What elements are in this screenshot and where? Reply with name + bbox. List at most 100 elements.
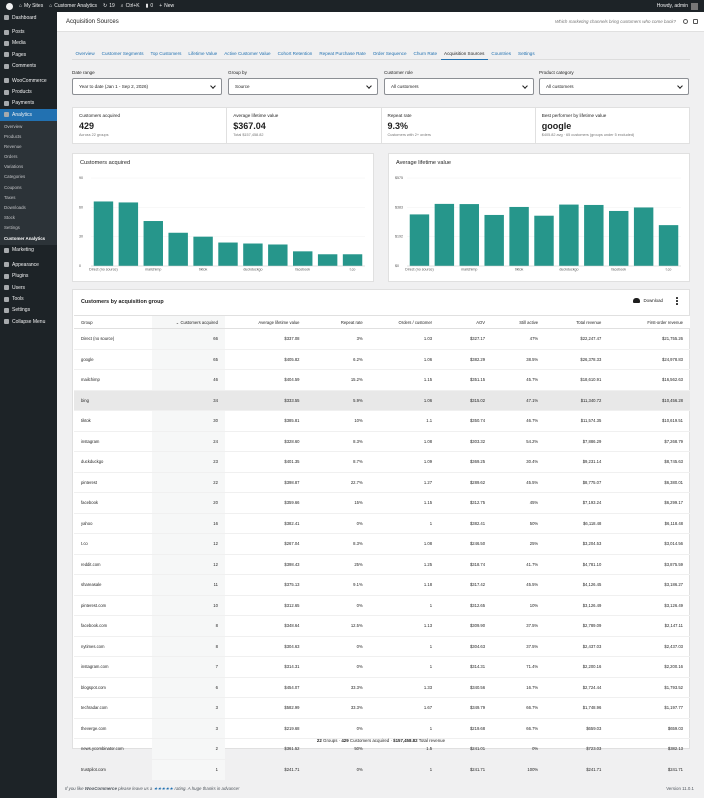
updates-link[interactable]: ↻ 19	[103, 3, 115, 9]
column-header-still-active[interactable]: Still active	[492, 315, 546, 329]
sidebar-item-pages[interactable]: Pages	[0, 49, 57, 60]
tab-active-customer-value[interactable]: Active Customer Value	[221, 46, 274, 60]
bar-direct-no-source[interactable]	[93, 201, 114, 266]
sidebar-item-appearance[interactable]: Appearance	[0, 259, 57, 270]
table-row[interactable]: instagram.com 7 $314.31 0% 1 $314.31 71.4% $2,2…	[74, 656, 690, 677]
submenu-item-coupons[interactable]: Coupons	[0, 183, 57, 193]
sidebar-item-tools[interactable]: Tools	[0, 293, 57, 304]
submenu-item-revenue[interactable]: Revenue	[0, 142, 57, 152]
table-row[interactable]: bing 34 $333.55 5.9% 1.06 $315.02 47.1% $11,340…	[74, 389, 690, 411]
bar-pinterest[interactable]	[268, 244, 288, 266]
column-header-first-order-revenue[interactable]: First-order revenue	[608, 315, 690, 329]
comments-link[interactable]: ▮ 0	[146, 3, 154, 9]
bar-google[interactable]	[434, 203, 455, 266]
new-content-link[interactable]: + New	[159, 3, 174, 9]
bar-direct-no-source[interactable]	[409, 214, 430, 266]
bar-bing[interactable]	[484, 214, 504, 266]
table-row[interactable]: pinterest 22 $398.87 22.7% 1.27 $289.62 45.5% $…	[74, 471, 690, 493]
bar-tiktok[interactable]	[509, 206, 529, 266]
tab-repeat-purchase-rate[interactable]: Repeat Purchase Rate	[316, 46, 369, 60]
submenu-item-customer-analytics[interactable]: Customer Analytics	[0, 234, 57, 244]
sidebar-item-woocommerce[interactable]: WooCommerce	[0, 75, 57, 86]
group-by-select[interactable]: Source	[228, 78, 378, 95]
table-row[interactable]: tiktok 30 $385.81 10% 1.1 $350.74 46.7% $11,574…	[74, 410, 690, 431]
table-row[interactable]: trustpilot.com 1 $241.71 0% 1 $241.71 100% $241…	[74, 758, 690, 780]
bar-t-co[interactable]	[342, 254, 363, 266]
tab-cohort-retention[interactable]: Cohort Retention	[274, 46, 316, 60]
bar-mailchimp[interactable]	[459, 204, 479, 266]
bar-facebook[interactable]	[293, 251, 313, 266]
column-header-average-lifetime-value[interactable]: Average lifetime value	[224, 315, 307, 329]
table-row[interactable]: shareasale 11 $375.13 9.1% 1.18 $317.42 45.5% $…	[74, 574, 690, 595]
table-row[interactable]: yahoo 16 $382.41 0% 1 $382.41 50% $6,118.48 $6,1…	[74, 512, 690, 534]
tab-settings[interactable]: Settings	[515, 46, 539, 60]
submenu-item-settings[interactable]: Settings	[0, 223, 57, 233]
rating-stars-link[interactable]: ★★★★★	[154, 786, 174, 791]
bar-duckduckgo[interactable]	[243, 243, 263, 266]
bar-tiktok[interactable]	[193, 236, 213, 266]
site-name-link[interactable]: ⌂ Customer Analytics	[49, 3, 97, 9]
more-options-icon[interactable]	[676, 297, 678, 305]
bar-google[interactable]	[118, 202, 139, 266]
table-row[interactable]: duckduckgo 23 $401.35 8.7% 1.09 $369.25 30.4% $…	[74, 451, 690, 472]
date-range-select[interactable]: Year to date (Jan 1 - Sep 2, 2026)	[72, 78, 222, 95]
tab-customer-segments[interactable]: Customer Segments	[98, 46, 147, 60]
sidebar-item-plugins[interactable]: Plugins	[0, 271, 57, 282]
table-row[interactable]: pinterest.com 10 $312.65 0% 1 $312.65 10% $3,12…	[74, 594, 690, 616]
tab-lifetime-value[interactable]: Lifetime Value	[185, 46, 221, 60]
bar-instagram[interactable]	[218, 242, 238, 266]
table-row[interactable]: techradar.com 3 $582.99 33.3% 1.67 $349.79 66.…	[74, 697, 690, 718]
download-button[interactable]: Download	[633, 298, 663, 303]
submenu-item-taxes[interactable]: Taxes	[0, 193, 57, 203]
tab-order-sequence[interactable]: Order Sequence	[369, 46, 410, 60]
tab-acquisition-sources[interactable]: Acquisition Sources	[440, 46, 488, 60]
table-row[interactable]: mailchimp 46 $404.59 15.2% 1.15 $351.15 45.7% $…	[74, 369, 690, 390]
submenu-item-overview[interactable]: Overview	[0, 122, 57, 132]
command-search[interactable]: ⌕ Ctrl+K	[121, 3, 140, 9]
help-icon[interactable]	[683, 19, 688, 24]
submenu-item-stock[interactable]: Stock	[0, 213, 57, 223]
submenu-item-downloads[interactable]: Downloads	[0, 203, 57, 213]
tab-countries[interactable]: Countries	[488, 46, 515, 60]
sidebar-item-analytics[interactable]: Analytics	[0, 109, 57, 121]
column-header-aov[interactable]: AOV	[439, 315, 493, 329]
tab-overview[interactable]: Overview	[72, 46, 98, 60]
column-header-customers-acquired[interactable]: ⌄ Customers acquired	[151, 315, 225, 329]
bar-duckduckgo[interactable]	[559, 204, 579, 266]
sidebar-item-payments[interactable]: Payments	[0, 98, 57, 109]
sidebar-item-collapse-menu[interactable]: Collapse Menu	[0, 316, 57, 327]
submenu-item-products[interactable]: Products	[0, 132, 57, 142]
my-sites-link[interactable]: ⌂ My Sites	[19, 3, 43, 9]
column-header-total-revenue[interactable]: Total revenue	[545, 315, 609, 329]
bar-t-co[interactable]	[658, 225, 679, 266]
bar-instagram[interactable]	[534, 215, 554, 266]
bar-bing[interactable]	[168, 232, 188, 266]
column-header-orders-customer[interactable]: Orders / customer	[369, 315, 440, 329]
tab-churn-rate[interactable]: Churn Rate	[410, 46, 441, 60]
bar-mailchimp[interactable]	[143, 221, 163, 266]
table-row[interactable]: facebook 20 $359.66 15% 1.15 $312.75 45% $7,193…	[74, 492, 690, 513]
sidebar-item-posts[interactable]: Posts	[0, 26, 57, 37]
wp-logo-button[interactable]	[6, 2, 13, 10]
table-row[interactable]: instagram 24 $328.60 8.3% 1.08 $303.32 54.2% $7…	[74, 430, 690, 452]
table-row[interactable]: t.co 12 $267.04 8.3% 1.08 $246.50 25% $3,204.53…	[74, 533, 690, 554]
submenu-item-categories[interactable]: Categories	[0, 172, 57, 182]
bar-facebook[interactable]	[609, 210, 629, 266]
bar-yahoo[interactable]	[633, 207, 654, 266]
sidebar-item-products[interactable]: Products	[0, 86, 57, 97]
table-row[interactable]: facebook.com 8 $348.64 12.5% 1.13 $309.90 37.5…	[74, 615, 690, 636]
sidebar-item-settings[interactable]: Settings	[0, 305, 57, 316]
sidebar-item-users[interactable]: Users	[0, 282, 57, 293]
sidebar-item-media[interactable]: Media	[0, 38, 57, 49]
bar-pinterest[interactable]	[584, 204, 604, 266]
tab-top-customers[interactable]: Top Customers	[147, 46, 185, 60]
customer-role-select[interactable]: All customers	[384, 78, 534, 95]
submenu-item-variations[interactable]: Variations	[0, 162, 57, 172]
table-row[interactable]: google 65 $405.82 6.2% 1.06 $382.29 38.5% $26,3…	[74, 348, 690, 370]
sidebar-item-comments[interactable]: Comments	[0, 61, 57, 72]
sidebar-item-marketing[interactable]: Marketing	[0, 245, 57, 256]
account-menu[interactable]: Howdy, admin	[657, 0, 698, 12]
table-row[interactable]: blogspot.com 6 $454.07 33.3% 1.33 $340.56 16.7…	[74, 676, 690, 698]
link-icon[interactable]	[693, 19, 698, 24]
bar-yahoo[interactable]	[317, 254, 338, 266]
